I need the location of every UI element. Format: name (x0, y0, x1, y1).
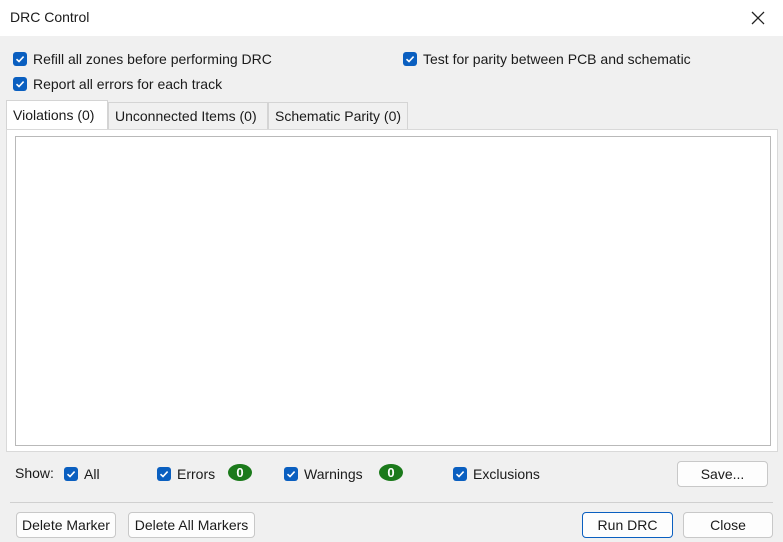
violations-panel (6, 129, 778, 452)
checkmark-icon[interactable] (157, 467, 171, 481)
checkmark-icon[interactable] (403, 52, 417, 66)
delete-all-markers-button[interactable]: Delete All Markers (128, 512, 255, 538)
show-label: Show: (15, 465, 54, 481)
tab-schematic-parity-label: Schematic Parity (0) (275, 108, 402, 124)
tab-unconnected-items-label: Unconnected Items (0) (115, 108, 257, 124)
filter-exclusions-checkbox[interactable]: Exclusions (453, 466, 540, 482)
warnings-count-badge: 0 (379, 464, 403, 481)
filter-errors-label: Errors (177, 466, 216, 482)
test-parity-label: Test for parity between PCB and schemati… (423, 51, 691, 67)
close-icon[interactable] (741, 4, 775, 32)
checkmark-icon[interactable] (13, 77, 27, 91)
filter-warnings-label: Warnings (304, 466, 363, 482)
checkmark-icon[interactable] (284, 467, 298, 481)
test-parity-checkbox[interactable]: Test for parity between PCB and schemati… (403, 51, 691, 67)
filter-errors-checkbox[interactable]: Errors (157, 466, 215, 482)
filter-all-checkbox[interactable]: All (64, 466, 100, 482)
delete-marker-button[interactable]: Delete Marker (16, 512, 116, 538)
close-button[interactable]: Close (683, 512, 773, 538)
run-drc-button[interactable]: Run DRC (582, 512, 673, 538)
tab-schematic-parity[interactable]: Schematic Parity (0) (268, 102, 408, 130)
checkmark-icon[interactable] (64, 467, 78, 481)
window-title: DRC Control (10, 9, 90, 25)
refill-zones-label: Refill all zones before performing DRC (33, 51, 272, 67)
tab-violations-label: Violations (0) (13, 107, 95, 123)
report-all-errors-checkbox[interactable]: Report all errors for each track (13, 76, 222, 92)
divider (10, 502, 773, 503)
checkmark-icon[interactable] (13, 52, 27, 66)
filter-warnings-checkbox[interactable]: Warnings (284, 466, 363, 482)
report-all-errors-label: Report all errors for each track (33, 76, 223, 92)
tab-violations[interactable]: Violations (0) (6, 100, 108, 129)
filter-exclusions-label: Exclusions (473, 466, 540, 482)
filter-all-label: All (84, 466, 100, 482)
save-button[interactable]: Save... (677, 461, 768, 487)
title-bar: DRC Control (0, 0, 783, 36)
refill-zones-checkbox[interactable]: Refill all zones before performing DRC (13, 51, 272, 67)
tab-unconnected-items[interactable]: Unconnected Items (0) (108, 102, 268, 130)
errors-count-badge: 0 (228, 464, 252, 481)
violations-list[interactable] (15, 136, 771, 446)
checkmark-icon[interactable] (453, 467, 467, 481)
